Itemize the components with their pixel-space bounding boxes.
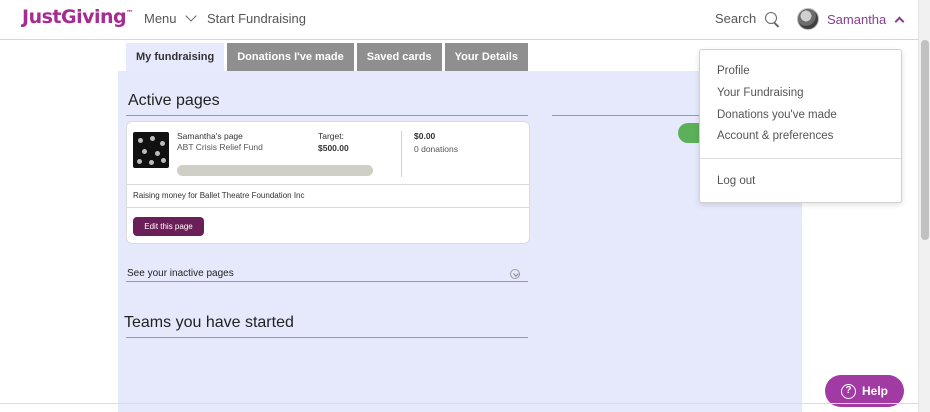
tab-donations-made[interactable]: Donations I've made	[227, 43, 354, 71]
page-thumbnail[interactable]	[133, 132, 169, 168]
user-menu-button[interactable]: Samantha	[797, 8, 905, 30]
card-divider	[127, 184, 529, 185]
progress-bar	[177, 165, 373, 176]
card-divider	[127, 207, 529, 208]
search-button[interactable]: Search	[715, 11, 779, 26]
account-tabs: My fundraising Donations I've made Saved…	[126, 43, 528, 71]
menu-label: Menu	[144, 11, 177, 26]
raising-for-text: Raising money for Ballet Theatre Foundat…	[133, 191, 305, 200]
search-label: Search	[715, 11, 757, 26]
search-icon	[765, 11, 779, 26]
user-name: Samantha	[827, 11, 887, 27]
chevron-down-icon	[184, 10, 197, 22]
menu-item-profile[interactable]: Profile	[717, 65, 750, 77]
fund-name: ABT Crisis Relief Fund	[177, 142, 263, 152]
vertical-scrollbar[interactable]	[918, 0, 930, 412]
edit-page-button[interactable]: Edit this page	[133, 217, 204, 236]
side-divider	[552, 115, 702, 116]
start-fundraising-link[interactable]: Start Fundraising	[207, 11, 306, 26]
top-navigation-bar: JustGiving™ Menu Start Fundraising Searc…	[0, 0, 918, 40]
menu-item-your-fundraising[interactable]: Your Fundraising	[717, 87, 804, 99]
menu-item-account-preferences[interactable]: Account & preferences	[717, 130, 833, 142]
help-icon: ?	[840, 383, 856, 399]
page-bottom-edge	[0, 403, 918, 404]
tab-your-details[interactable]: Your Details	[444, 43, 528, 71]
menu-item-log-out[interactable]: Log out	[717, 175, 755, 187]
fundraising-page-card: Samantha's page ABT Crisis Relief Fund T…	[126, 121, 530, 244]
stats-divider	[401, 131, 402, 177]
inactive-pages-toggle[interactable]: See your inactive pages	[127, 268, 234, 279]
chevron-down-icon[interactable]	[510, 269, 520, 279]
heading-divider	[126, 115, 528, 116]
menu-dropdown-button[interactable]: Menu	[144, 10, 197, 26]
active-pages-heading: Active pages	[128, 92, 220, 109]
target-label: Target:	[318, 131, 344, 141]
menu-item-donations-made[interactable]: Donations you've made	[717, 109, 837, 121]
menu-divider	[700, 158, 901, 159]
logo-trademark: ™	[126, 9, 133, 17]
tab-my-fundraising[interactable]: My fundraising	[126, 43, 225, 71]
chevron-up-icon	[894, 16, 905, 26]
target-value: $500.00	[318, 143, 349, 153]
scrollbar-thumb[interactable]	[921, 40, 929, 240]
avatar	[797, 8, 819, 30]
page-name[interactable]: Samantha's page	[177, 131, 243, 141]
amount-raised: $0.00	[414, 131, 436, 141]
logo-text[interactable]: JustGiving	[22, 6, 127, 28]
teams-divider	[126, 337, 528, 338]
donation-count: 0 donations	[414, 144, 458, 154]
inactive-divider	[126, 281, 528, 282]
user-dropdown-menu: Profile Your Fundraising Donations you'v…	[699, 49, 902, 203]
teams-heading: Teams you have started	[124, 314, 294, 331]
help-label: Help	[861, 384, 888, 398]
justgiving-logo[interactable]: JustGiving™	[22, 6, 133, 28]
tab-saved-cards[interactable]: Saved cards	[356, 43, 442, 71]
